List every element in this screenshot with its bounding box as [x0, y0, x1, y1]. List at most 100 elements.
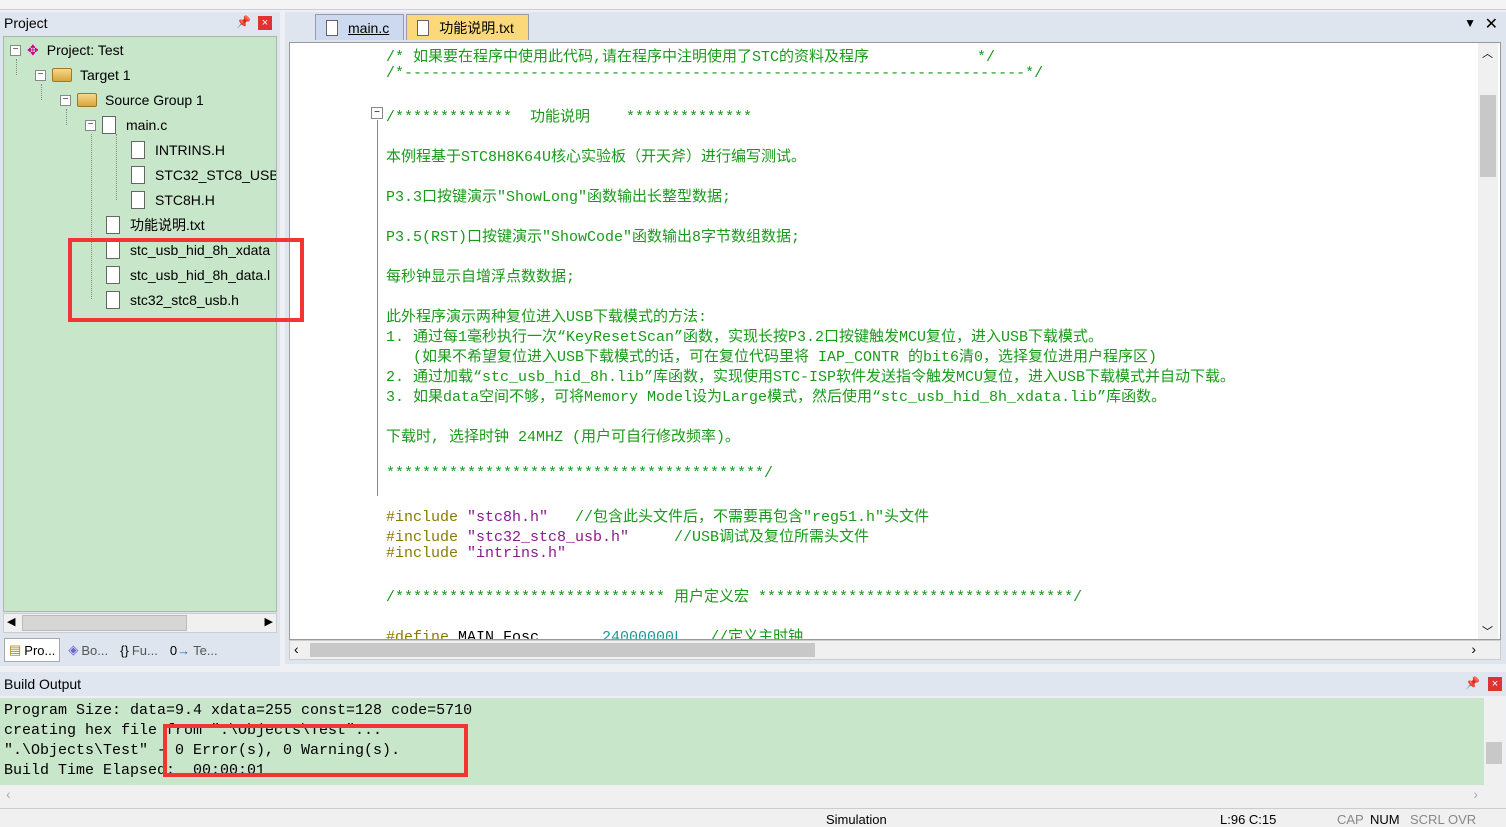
- tab-label: Pro...: [24, 642, 56, 658]
- tree-item-project[interactable]: − ✥ Project: Test: [10, 39, 124, 61]
- close-panel-button[interactable]: ×: [258, 16, 272, 30]
- scroll-left-icon[interactable]: ◀: [7, 615, 15, 628]
- code-token: 2. 通过加载“stc_usb_hid_8h.lib”库函数，实现使用STC-I…: [386, 369, 1236, 386]
- fold-icon[interactable]: −: [371, 107, 383, 119]
- code-token: 此外程序演示两种复位进入USB下载模式的方法:: [386, 309, 708, 326]
- code-token: 3. 如果data空间不够，可将Memory Model设为Large模式，然后…: [386, 389, 1167, 406]
- scroll-thumb[interactable]: [310, 643, 815, 657]
- scroll-right-icon[interactable]: ▶: [265, 615, 273, 628]
- fold-line: [377, 120, 378, 496]
- code-editor[interactable]: − 10/* 如果要在程序中使用此代码,请在程序中注明使用了STC的资料及程序 …: [289, 42, 1501, 640]
- code-line: 本例程基于STC8H8K64U核心实验板（开天斧）进行编写测试。: [386, 145, 806, 166]
- project-panel-tabs: ▤ Pro... ◈ Bo... {} Fu... 0→ Te...: [0, 636, 280, 664]
- toolbar: [0, 0, 1506, 10]
- tab-books[interactable]: ◈ Bo...: [64, 639, 112, 661]
- code-token: //定义主时钟: [683, 629, 804, 640]
- code-token: ****************************************…: [386, 465, 774, 482]
- code-line: 此外程序演示两种复位进入USB下载模式的方法:: [386, 305, 707, 326]
- code-line: /************* 功能说明 **************: [386, 105, 752, 126]
- panel-title: Build Output: [4, 676, 82, 692]
- pin-icon[interactable]: 📌: [1465, 676, 1480, 690]
- file-icon: [106, 216, 120, 234]
- scroll-thumb[interactable]: [22, 615, 187, 631]
- tab-main-c[interactable]: main.c: [315, 14, 405, 40]
- scroll-thumb[interactable]: [1480, 95, 1496, 177]
- tab-list-dropdown-icon[interactable]: ▼: [1464, 16, 1476, 30]
- pin-icon[interactable]: 📌: [236, 15, 251, 29]
- file-icon: [326, 19, 338, 36]
- tab-templates[interactable]: 0→ Te...: [166, 640, 222, 661]
- code-token: MAIN Fosc: [458, 629, 603, 640]
- tab-project[interactable]: ▤ Pro...: [4, 638, 61, 662]
- close-panel-button[interactable]: ×: [1488, 677, 1502, 691]
- line-number-gutter: [290, 43, 370, 639]
- collapse-icon[interactable]: −: [85, 119, 96, 131]
- tree-item-file[interactable]: STC8H.H: [131, 189, 215, 211]
- collapse-icon[interactable]: −: [60, 94, 71, 106]
- tree-label: main.c: [126, 117, 168, 133]
- scroll-right-icon[interactable]: ›: [1473, 786, 1478, 802]
- build-output-header: Build Output: [0, 672, 1506, 696]
- collapse-icon[interactable]: −: [35, 69, 46, 81]
- code-token: 本例程基于STC8H8K64U核心实验板（开天斧）进行编写测试。: [386, 149, 807, 166]
- code-line: /* 如果要在程序中使用此代码,请在程序中注明使用了STC的资料及程序 */: [386, 45, 995, 66]
- code-token: /* 如果要在程序中使用此代码,请在程序中注明使用了STC的资料及程序 */: [386, 49, 996, 66]
- project-horizontal-scrollbar[interactable]: ◀ ▶: [3, 613, 277, 633]
- code-token: /************* 功能说明 **************: [386, 109, 753, 126]
- caps-lock-indicator: CAP: [1337, 812, 1364, 827]
- code-token: (如果不希望复位进入USB下载模式的话，可在复位代码里将 IAP_CONTR 的…: [386, 349, 1158, 366]
- code-token: #include: [386, 529, 468, 546]
- tab-functions[interactable]: {} Fu...: [116, 640, 162, 661]
- tree-item-file[interactable]: 功能说明.txt: [106, 214, 205, 236]
- scroll-left-icon[interactable]: ‹: [6, 786, 11, 802]
- editor-vertical-scrollbar[interactable]: ︿ ﹀: [1478, 43, 1498, 639]
- code-token: 下载时, 选择时钟 24MHZ (用户可自行修改频率)。: [386, 429, 741, 446]
- tree-label: 功能说明.txt: [130, 217, 205, 233]
- scroll-left-icon[interactable]: ‹: [294, 641, 299, 657]
- file-icon: [417, 19, 430, 36]
- close-tab-icon[interactable]: ✕: [1485, 14, 1498, 34]
- tree-label: Source Group 1: [105, 92, 204, 108]
- collapse-icon[interactable]: −: [10, 44, 21, 56]
- books-icon: ◈: [68, 642, 79, 657]
- tab-label: 功能说明.txt: [439, 19, 514, 36]
- tree-item-source-group[interactable]: − Source Group 1: [60, 89, 204, 111]
- tree-label: INTRINS.H: [155, 142, 225, 158]
- code-token: P3.3口按键演示"ShowLong"函数输出长整型数据;: [386, 189, 732, 206]
- output-line: Program Size: data=9.4 xdata=255 const=1…: [4, 702, 473, 719]
- functions-icon: {}: [120, 642, 129, 658]
- scroll-down-icon[interactable]: ﹀: [1482, 623, 1493, 639]
- code-line: (如果不希望复位进入USB下载模式的话，可在复位代码里将 IAP_CONTR 的…: [386, 345, 1157, 366]
- tab-label: Fu...: [131, 642, 158, 658]
- tree-label: STC8H.H: [155, 192, 215, 208]
- tab-label: Bo...: [81, 642, 109, 658]
- editor-pane: main.c 功能说明.txt ▼ ✕ − 10/* 如果要在程序中使用此代码,…: [285, 12, 1506, 664]
- output-horizontal-scrollbar[interactable]: ‹ ›: [0, 786, 1506, 806]
- code-line: 1. 通过每1毫秒执行一次“KeyResetScan”函数，实现长按P3.2口按…: [386, 325, 1103, 346]
- code-token: /****************************** 用户定义宏 **…: [386, 589, 1083, 606]
- scroll-right-icon[interactable]: ›: [1471, 641, 1476, 657]
- tree-item-target[interactable]: − Target 1: [35, 64, 131, 86]
- num-lock-indicator: NUM: [1370, 812, 1400, 827]
- scroll-up-icon[interactable]: ︿: [1482, 45, 1493, 61]
- code-token: "stc32_stc8_usb.h": [467, 529, 630, 546]
- code-line: P3.5(RST)口按键演示"ShowCode"函数输出8字节数组数据;: [386, 225, 800, 246]
- scroll-thumb[interactable]: [1486, 742, 1502, 764]
- tree-item-file[interactable]: − main.c: [85, 114, 167, 136]
- tree-item-file[interactable]: INTRINS.H: [131, 139, 225, 161]
- code-token: #define: [386, 629, 459, 640]
- code-token: //USB调试及复位所需头文件: [629, 529, 870, 546]
- code-token: //包含此头文件后，不需要再包含"reg51.h"头文件: [548, 509, 930, 526]
- overwrite-indicator: OVR: [1448, 812, 1477, 827]
- tree-item-file[interactable]: STC32_STC8_USB.H: [131, 164, 276, 186]
- output-vertical-scrollbar[interactable]: [1484, 698, 1504, 785]
- tab-function-description[interactable]: 功能说明.txt: [406, 14, 529, 40]
- code-line: /****************************** 用户定义宏 **…: [386, 585, 1082, 606]
- code-line: #include "stc8h.h" //包含此头文件后，不需要再包含"reg5…: [386, 505, 929, 526]
- project-icon: ✥: [27, 41, 39, 58]
- editor-horizontal-scrollbar[interactable]: ‹ ›: [289, 640, 1501, 660]
- status-bar: Simulation L:96 C:15 CAP NUM SCRL OVR: [0, 808, 1506, 827]
- code-line: 下载时, 选择时钟 24MHZ (用户可自行修改频率)。: [386, 425, 740, 446]
- editor-tabs: main.c 功能说明.txt: [285, 12, 1506, 40]
- code-token: #include: [386, 545, 468, 562]
